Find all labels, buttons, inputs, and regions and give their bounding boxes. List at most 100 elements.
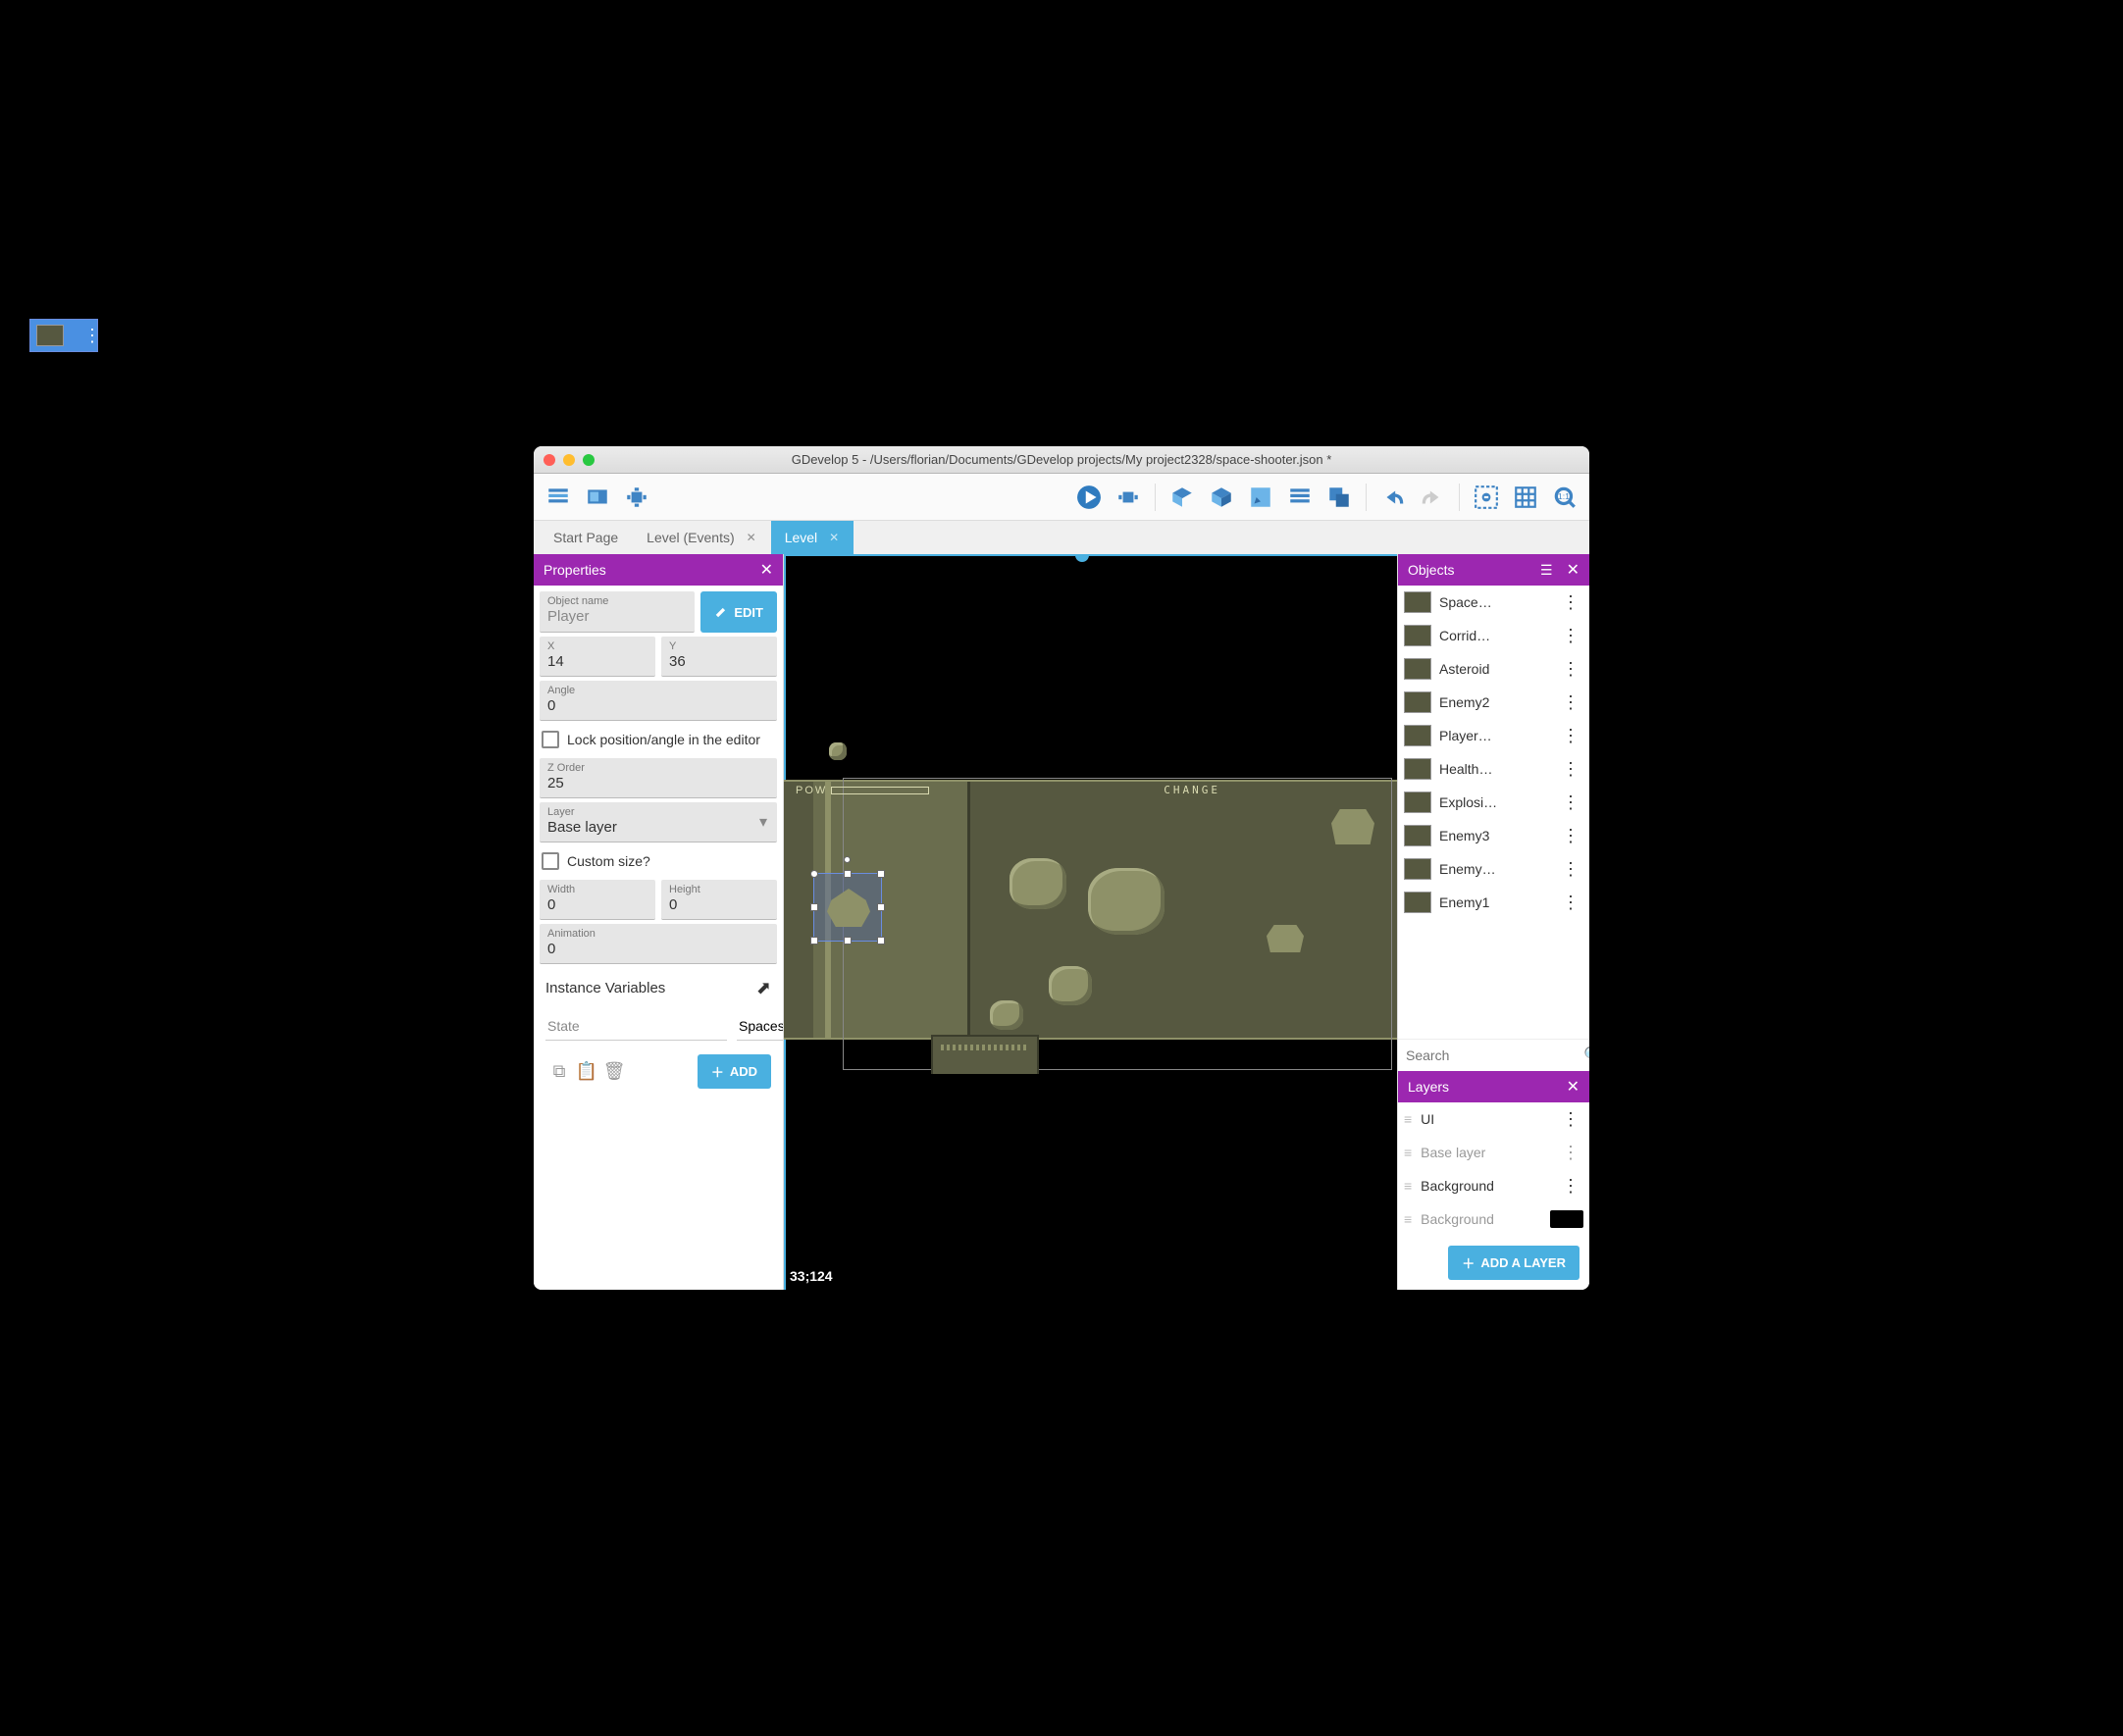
asteroid-sprite[interactable] [1088,868,1165,935]
object-item[interactable]: Enemy3⋮ [1398,819,1589,852]
enemy-sprite[interactable] [1331,809,1374,844]
project-manager-icon[interactable] [542,481,575,514]
platform-sprite[interactable] [931,1035,1039,1074]
asteroid-sprite[interactable] [1049,966,1092,1005]
resize-handle[interactable] [810,870,818,878]
drag-handle-icon[interactable]: ≡ [1404,1111,1411,1127]
add-layer-button[interactable]: ＋ADD A LAYER [1448,1246,1579,1280]
layer-item[interactable]: ≡UI⋮ [1398,1102,1589,1136]
titlebar[interactable]: GDevelop 5 - /Users/florian/Documents/GD… [534,446,1589,474]
angle-field[interactable]: Angle0 [540,681,777,721]
kebab-icon[interactable]: ⋮ [1558,859,1583,880]
layer-item[interactable]: ≡Background⋮ [1398,1169,1589,1202]
height-field[interactable]: Height0 [661,880,777,920]
tab-level-events[interactable]: Level (Events)✕ [633,521,771,554]
zoom-out-icon[interactable] [1470,481,1503,514]
close-icon[interactable]: ✕ [1567,1077,1579,1097]
close-icon[interactable]: ✕ [760,560,773,580]
close-window-icon[interactable] [544,454,555,466]
delete-icon[interactable]: 🗑 [600,1058,628,1086]
object-item[interactable]: Enemy…⋮ [1398,852,1589,886]
custom-size-checkbox[interactable]: Custom size? [540,846,777,876]
layer-item[interactable]: ≡Background [1398,1202,1589,1236]
scenes-icon[interactable] [1322,481,1356,514]
close-icon[interactable]: ✕ [1567,560,1579,580]
kebab-icon[interactable]: ⋮ [1558,826,1583,846]
search-input[interactable] [1406,1044,1583,1067]
asteroid-sprite[interactable] [990,1000,1023,1030]
kebab-icon[interactable]: ⋮ [1558,1109,1583,1130]
copy-icon[interactable]: ⧉ [545,1058,573,1086]
object-item[interactable]: Enemy1⋮ [1398,886,1589,919]
minimize-window-icon[interactable] [563,454,575,466]
asteroid-sprite[interactable] [1010,858,1066,909]
resize-handle[interactable] [810,937,818,945]
object-item[interactable]: Space…⋮ [1398,586,1589,619]
object-item[interactable]: Health…⋮ [1398,752,1589,786]
kebab-icon[interactable]: ⋮ [1558,792,1583,813]
zoom-fit-icon[interactable]: 1:1 [1548,481,1581,514]
resize-handle[interactable] [844,870,852,878]
kebab-icon[interactable]: ⋮ [1558,659,1583,680]
tab-level[interactable]: Level✕ [771,521,854,554]
variable-name-input[interactable] [545,1012,727,1041]
add-instance-icon[interactable] [1205,481,1238,514]
animation-field[interactable]: Animation0 [540,924,777,964]
object-item[interactable]: Explosi…⋮ [1398,786,1589,819]
tab-start-page[interactable]: Start Page [540,521,633,554]
layer-item[interactable]: ≡Base layer⋮ [1398,1136,1589,1169]
extensions-icon[interactable] [620,481,653,514]
object-item[interactable]: Player…⋮ [1398,719,1589,752]
kebab-icon[interactable]: ⋮ [1558,1176,1583,1197]
resize-handle[interactable] [877,903,885,911]
filter-icon[interactable]: ☰ [1540,562,1553,579]
resize-handle[interactable] [844,937,852,945]
play-icon[interactable] [1072,481,1106,514]
drag-handle-icon[interactable]: ≡ [1404,1178,1411,1194]
resize-handle[interactable] [877,870,885,878]
scene-canvas[interactable]: POW CHANGE 33;124 [784,554,1397,1290]
resize-handle[interactable] [810,903,818,911]
kebab-icon[interactable]: ⋮ [1558,893,1583,913]
rotate-handle[interactable] [844,856,851,863]
width-field[interactable]: Width0 [540,880,655,920]
add-variable-button[interactable]: ＋ADD [698,1054,771,1089]
drag-handle-icon[interactable]: ≡ [1404,1145,1411,1160]
export-icon[interactable] [581,481,614,514]
grid-icon[interactable] [1509,481,1542,514]
ruler-knob[interactable] [1075,554,1089,562]
search-icon[interactable]: 🔍 [1583,1046,1589,1065]
object-item[interactable]: Corrid…⋮ [1398,619,1589,652]
kebab-icon[interactable]: ⋮ [1558,1143,1583,1163]
undo-icon[interactable] [1376,481,1410,514]
kebab-icon[interactable]: ⋮ [1558,726,1583,746]
enemy-sprite[interactable] [1267,925,1304,952]
events-icon[interactable] [1283,481,1317,514]
edit-button[interactable]: EDIT [700,591,777,633]
object-item[interactable]: Asteroid⋮ [1398,652,1589,686]
x-field[interactable]: X14 [540,637,655,677]
close-icon[interactable]: ✕ [829,531,839,544]
object-item[interactable]: Enemy2⋮ [1398,686,1589,719]
paste-icon[interactable]: 📋 [573,1058,600,1086]
zorder-field[interactable]: Z Order25 [540,758,777,798]
color-swatch[interactable] [1550,1210,1583,1228]
drag-handle-icon[interactable]: ≡ [1404,1211,1411,1227]
variable-value-input[interactable] [737,1012,783,1041]
close-icon[interactable]: ✕ [747,531,756,544]
zoom-window-icon[interactable] [583,454,595,466]
kebab-icon[interactable]: ⋮ [1558,626,1583,646]
kebab-icon[interactable]: ⋮ [1558,592,1583,613]
kebab-icon[interactable]: ⋮ [1558,692,1583,713]
y-field[interactable]: Y36 [661,637,777,677]
debug-icon[interactable] [1112,481,1145,514]
selection-box[interactable] [813,873,882,942]
edit-layer-icon[interactable] [1244,481,1277,514]
kebab-icon[interactable]: ⋮ [1558,759,1583,780]
object-name-field[interactable]: Object name Player [540,591,695,633]
lock-checkbox[interactable]: Lock position/angle in the editor [540,725,777,754]
resize-handle[interactable] [877,937,885,945]
instance-variables-section[interactable]: Instance Variables ⬈ [540,968,777,1008]
open-external-icon[interactable]: ⬈ [756,978,771,998]
add-object-icon[interactable] [1165,481,1199,514]
